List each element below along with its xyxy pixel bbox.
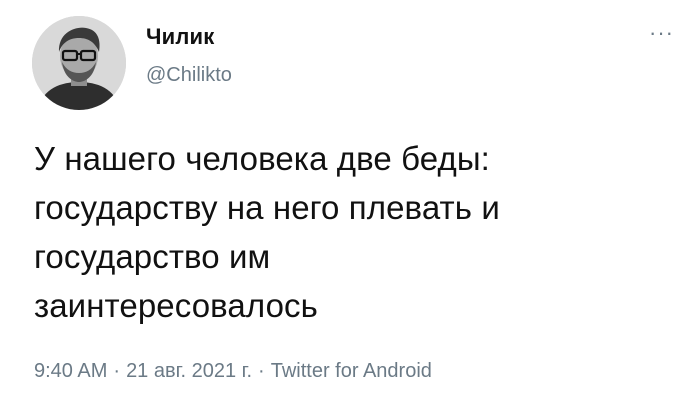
tweet-source[interactable]: Twitter for Android [271, 360, 432, 382]
avatar[interactable] [32, 16, 126, 110]
avatar-photo-icon [32, 16, 126, 110]
author-display-name[interactable]: Чилик [146, 24, 215, 50]
tweet-time[interactable]: 9:40 AM [34, 360, 107, 382]
tweet-metadata: 9:40 AM · 21 авг. 2021 г. · Twitter for Andr… [34, 360, 432, 383]
separator: · [258, 360, 265, 382]
tweet-text-line: государство им [34, 238, 271, 275]
tweet-text-line: заинтересовалось [34, 287, 318, 324]
tweet-card: Чилик @Chilikto ··· У нашего человека дв… [0, 0, 700, 412]
separator: · [113, 360, 121, 382]
tweet-text-line: государству на него плевать и [34, 189, 500, 226]
tweet-text: У нашего человека две беды: государству … [34, 134, 684, 330]
author-handle[interactable]: @Chilikto [146, 64, 232, 87]
more-options-icon[interactable]: ··· [649, 22, 674, 44]
tweet-date[interactable]: 21 авг. 2021 г. [126, 360, 252, 382]
tweet-text-line: У нашего человека две беды: [34, 140, 490, 177]
